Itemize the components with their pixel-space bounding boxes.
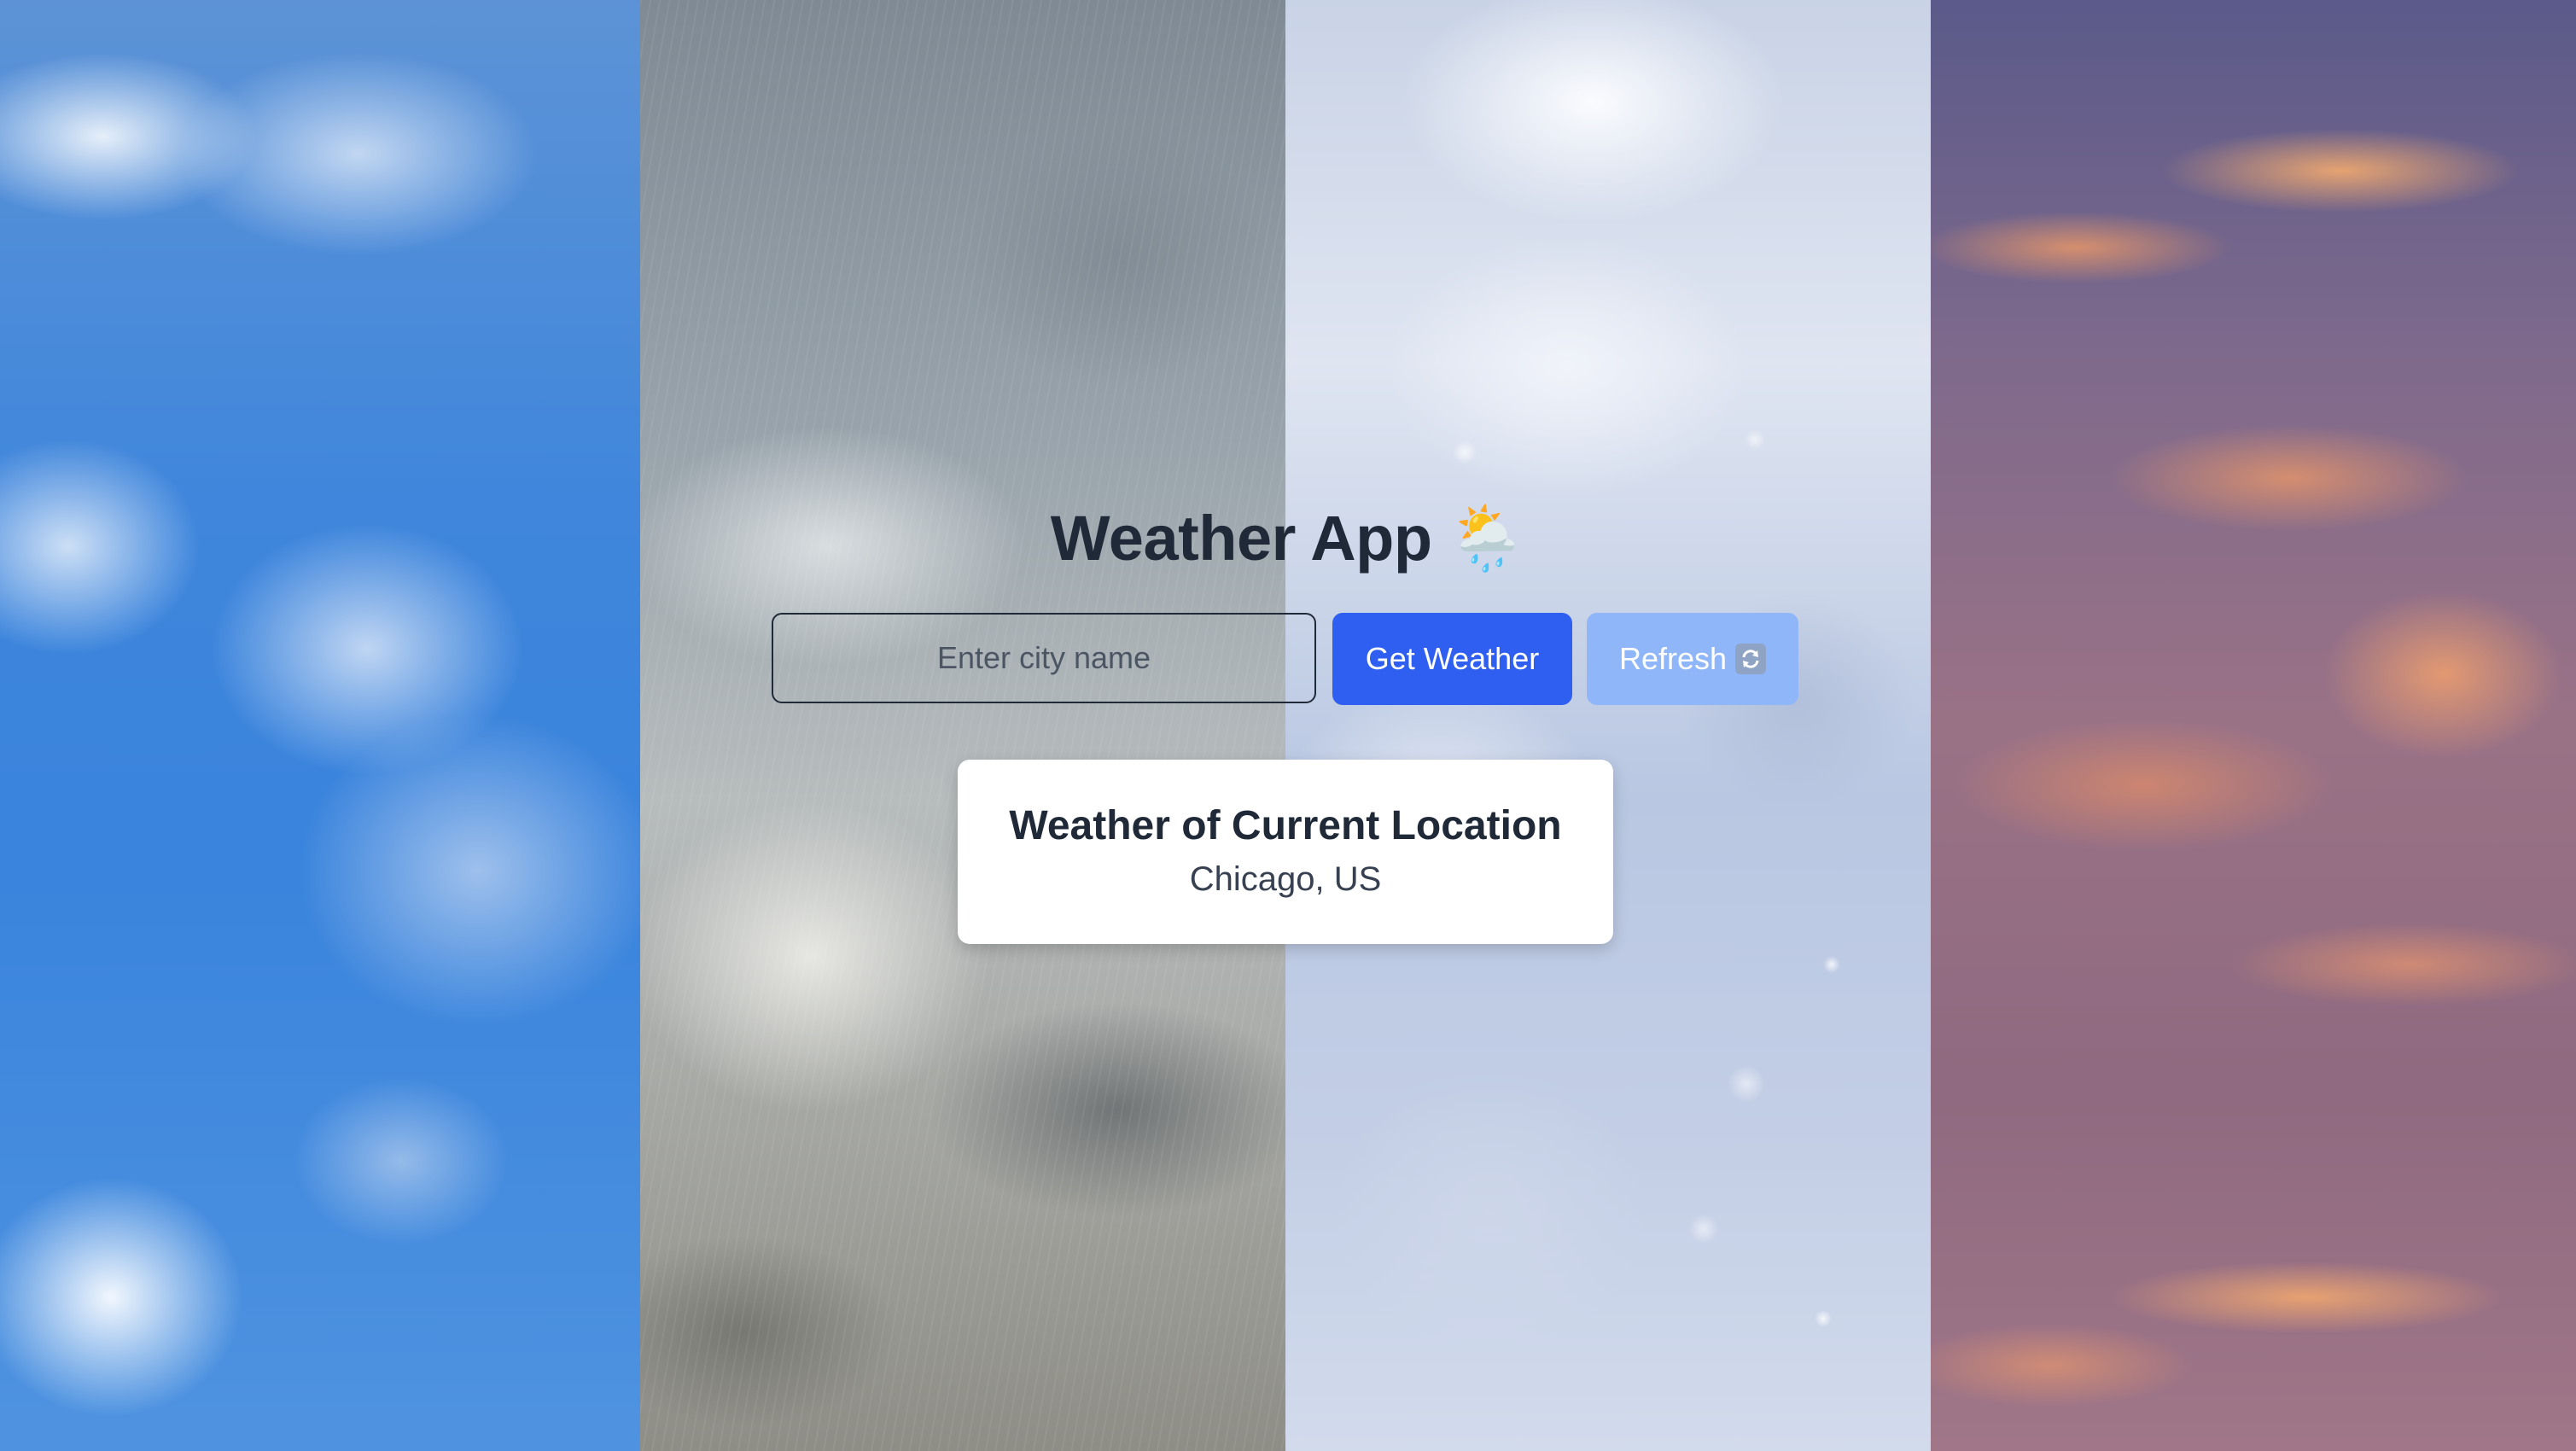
main-content: Weather App🌦️ Get Weather Refresh Weathe… <box>0 0 2576 1451</box>
refresh-label: Refresh <box>1618 641 1728 676</box>
sun-rain-cloud-icon: 🌦️ <box>1447 503 1526 574</box>
city-search-input[interactable] <box>772 613 1316 703</box>
page-title-text: Weather App <box>1050 503 1432 574</box>
app-root: Weather App🌦️ Get Weather Refresh Weathe… <box>0 0 2576 1451</box>
current-weather-card: Weather of Current Location Chicago, US <box>958 760 1613 944</box>
refresh-icon <box>1735 644 1767 674</box>
get-weather-label: Get Weather <box>1365 641 1540 676</box>
refresh-button[interactable]: Refresh <box>1587 613 1798 705</box>
page-title: Weather App 🌦️ <box>0 502 2576 576</box>
get-weather-button[interactable]: Get Weather <box>1332 613 1572 705</box>
location-text: Chicago, US <box>1189 860 1382 898</box>
card-heading: Weather of Current Location <box>1009 803 1562 848</box>
